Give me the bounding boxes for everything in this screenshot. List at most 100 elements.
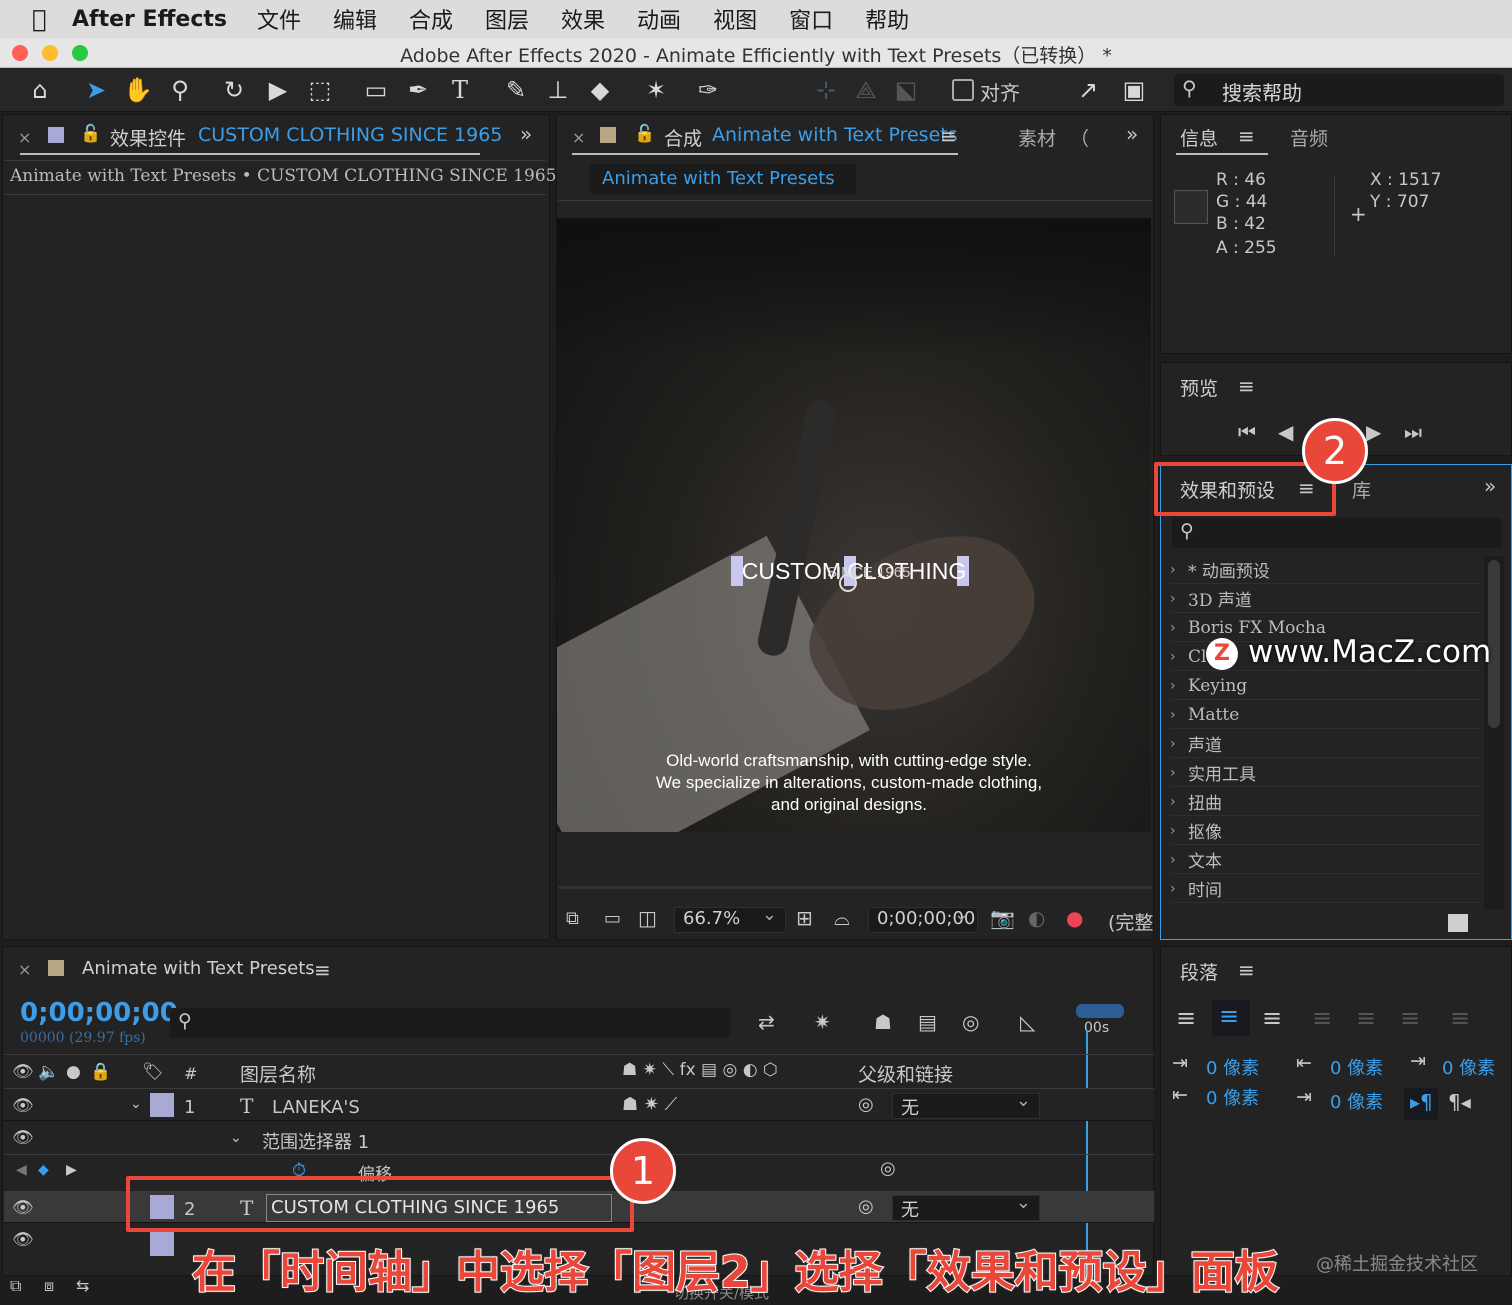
workspace-icon[interactable]: ▣ xyxy=(1118,74,1150,106)
last-frame-icon[interactable]: ⏭ xyxy=(1404,420,1422,444)
frame-blending-icon[interactable]: ▤ xyxy=(918,1010,937,1034)
playhead[interactable] xyxy=(1086,1030,1088,1270)
panel-menu-icon[interactable]: ≡ xyxy=(1238,958,1255,982)
new-folder-icon[interactable] xyxy=(1448,914,1468,932)
roto-brush-icon[interactable]: ✶ xyxy=(640,74,672,106)
display-icon[interactable]: ▭ xyxy=(604,908,621,929)
snapshot-icon[interactable]: 📷 xyxy=(990,906,1015,930)
show-snapshot-icon[interactable]: ◐ xyxy=(1028,906,1045,930)
effects-category[interactable]: › 扭曲 xyxy=(1170,788,1480,816)
graph-editor-icon[interactable]: ◺ xyxy=(1020,1010,1035,1034)
viewer-scrollbar[interactable] xyxy=(558,886,1152,889)
effect-controls-tab-layer[interactable]: CUSTOM CLOTHING SINCE 1965 xyxy=(198,124,502,146)
align-left-icon[interactable]: ≡ xyxy=(1176,1004,1196,1032)
space-after-value[interactable]: 0 像素 xyxy=(1330,1088,1383,1114)
effects-category[interactable]: › Matte xyxy=(1170,701,1480,729)
pan-behind-tool-icon[interactable]: ⬚ xyxy=(304,74,336,106)
effects-category[interactable]: › * 动画预设 xyxy=(1170,556,1480,584)
help-search-input[interactable]: ⚲ 搜索帮助 xyxy=(1174,74,1504,106)
menu-window[interactable]: 窗口 xyxy=(789,3,833,35)
col-layer-name[interactable]: 图层名称 xyxy=(240,1060,316,1087)
home-icon[interactable]: ⌂ xyxy=(24,74,56,106)
axis-view-icon[interactable]: ⬕ xyxy=(890,74,922,106)
axis-world-icon[interactable]: ⟁ xyxy=(850,74,882,106)
timeline-timecode[interactable]: 0;00;00;00 xyxy=(20,998,178,1028)
range-selector-label[interactable]: 范围选择器 1 xyxy=(262,1128,369,1154)
effect-controls-tab-prefix[interactable]: 效果控件 xyxy=(110,124,186,151)
effects-category[interactable]: › 实用工具 xyxy=(1170,759,1480,787)
close-tab-icon[interactable]: × xyxy=(18,128,31,147)
panel-menu-icon[interactable]: ≡ xyxy=(940,124,957,148)
panel-overflow-icon[interactable]: » xyxy=(1126,122,1138,146)
justify-left-icon[interactable]: ≡ xyxy=(1312,1004,1332,1032)
composition-flowchart-icon[interactable]: ⇄ xyxy=(758,1010,775,1034)
brush-tool-icon[interactable]: ✎ xyxy=(500,74,532,106)
anchor-point-icon[interactable] xyxy=(839,574,857,592)
panel-overflow-icon[interactable]: » xyxy=(1484,474,1496,498)
selection-tool-icon[interactable]: ➤ xyxy=(80,74,112,106)
layer-label-swatch[interactable] xyxy=(150,1232,174,1256)
camera-tool-icon[interactable]: ▶ xyxy=(262,74,294,106)
preview-tab[interactable]: 预览 xyxy=(1180,374,1218,401)
comp-viewer[interactable]: CUSTOM CLOTHING SINCE 1965 Old-world cra… xyxy=(557,218,1151,832)
effects-category[interactable]: › 声道 xyxy=(1170,730,1480,758)
timecode-field[interactable]: 0;00;00;00 xyxy=(868,904,978,933)
ltr-button[interactable]: ▸¶ xyxy=(1404,1088,1438,1120)
align-right-icon[interactable]: ≡ xyxy=(1262,1004,1282,1032)
apple-icon[interactable]:  xyxy=(32,5,72,33)
menu-edit[interactable]: 编辑 xyxy=(333,3,377,35)
clone-stamp-icon[interactable]: ⊥ xyxy=(542,74,574,106)
pen-tool-icon[interactable]: ✒ xyxy=(402,74,434,106)
rectangle-tool-icon[interactable]: ▭ xyxy=(360,74,392,106)
hand-tool-icon[interactable]: ✋ xyxy=(122,74,154,106)
channel-icon[interactable]: ● xyxy=(1066,906,1083,930)
pickwhip-icon[interactable]: ◎ xyxy=(858,1094,874,1115)
layer-label-swatch[interactable] xyxy=(150,1093,174,1117)
menu-help[interactable]: 帮助 xyxy=(865,3,909,35)
zoom-dropdown[interactable]: 66.7% xyxy=(674,904,786,933)
justify-center-icon[interactable]: ≡ xyxy=(1356,1004,1376,1032)
chevron-down-icon[interactable]: ⌄ xyxy=(130,1096,142,1112)
footage-tab[interactable]: 素材 xyxy=(1018,124,1056,151)
prev-keyframe-icon[interactable]: ◀ xyxy=(16,1162,27,1178)
visibility-eye-icon[interactable]: 👁 xyxy=(12,1198,34,1218)
mask-visibility-icon[interactable]: ◫ xyxy=(638,906,657,930)
libraries-tab[interactable]: 库 xyxy=(1352,476,1371,503)
rtl-icon[interactable]: ¶◂ xyxy=(1448,1090,1471,1114)
next-keyframe-icon[interactable]: ▶ xyxy=(66,1162,77,1178)
panel-menu-icon[interactable]: ≡ xyxy=(1238,124,1255,148)
effects-category[interactable]: › 抠像 xyxy=(1170,817,1480,845)
audio-tab[interactable]: 音频 xyxy=(1290,124,1328,151)
effects-search-input[interactable]: ⚲ xyxy=(1172,518,1502,548)
justify-right-icon[interactable]: ≡ xyxy=(1400,1004,1420,1032)
paragraph-tab[interactable]: 段落 xyxy=(1180,958,1218,985)
effects-category[interactable]: › 文本 xyxy=(1170,846,1480,874)
layer-name[interactable]: LANEKA'S xyxy=(272,1097,360,1118)
add-keyframe-icon[interactable]: ◆ xyxy=(38,1162,49,1178)
close-tab-icon[interactable]: × xyxy=(18,960,31,979)
info-tab[interactable]: 信息 xyxy=(1180,124,1218,151)
mask-path-icon[interactable]: ⌓ xyxy=(834,906,850,930)
motion-blur-icon[interactable]: ◎ xyxy=(962,1010,979,1034)
panel-menu-icon[interactable]: ≡ xyxy=(1238,374,1255,398)
layer-switches[interactable]: ☗ ✷ ⟋ xyxy=(622,1094,677,1115)
chevron-down-icon[interactable]: ⌄ xyxy=(230,1130,242,1146)
comp-subtab[interactable]: Animate with Text Presets xyxy=(590,164,856,194)
effects-category[interactable]: › 3D 声道 xyxy=(1170,585,1480,613)
zoom-tool-icon[interactable]: ⚲ xyxy=(164,74,196,106)
timeline-tab[interactable]: Animate with Text Presets xyxy=(82,958,315,979)
pickwhip-icon[interactable]: ◎ xyxy=(858,1196,874,1217)
expression-pickwhip-icon[interactable]: ◎ xyxy=(880,1158,896,1179)
panel-overflow-icon[interactable]: » xyxy=(520,122,532,146)
eraser-tool-icon[interactable]: ◆ xyxy=(584,74,616,106)
snap-checkbox[interactable] xyxy=(952,79,974,101)
axis-local-icon[interactable]: ⊹ xyxy=(810,74,842,106)
lock-icon[interactable]: 🔓 xyxy=(634,124,655,144)
shy-icon[interactable]: ☗ xyxy=(874,1010,892,1034)
indent-left-value[interactable]: 0 像素 xyxy=(1206,1054,1259,1080)
rotate-tool-icon[interactable]: ↻ xyxy=(218,74,250,106)
menu-animation[interactable]: 动画 xyxy=(637,3,681,35)
region-icon[interactable]: ⧉ xyxy=(566,908,579,929)
parent-dropdown[interactable]: 无 xyxy=(892,1192,1040,1221)
menu-layer[interactable]: 图层 xyxy=(485,3,529,35)
